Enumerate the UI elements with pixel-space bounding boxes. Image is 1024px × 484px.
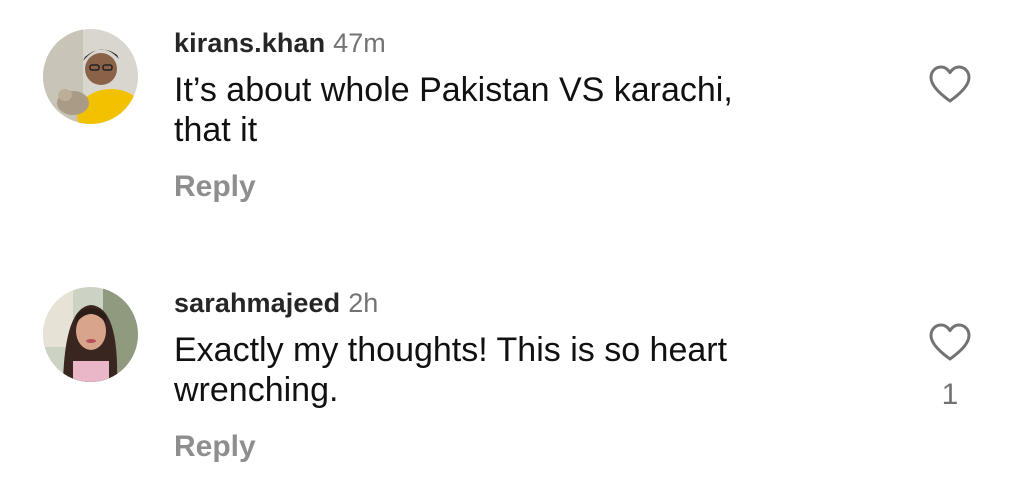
comment-meta: kirans.khan 47m [174, 26, 894, 60]
comment-item: kirans.khan 47m It’s about whole Pakistan… [0, 0, 1024, 242]
heart-outline-icon[interactable] [928, 64, 972, 104]
like-column: 1 [920, 322, 980, 412]
reply-button[interactable]: Reply [174, 430, 256, 464]
avatar-photo [43, 29, 138, 124]
timestamp: 47m [333, 28, 386, 58]
comment-text: It’s about whole Pakistan VS karachi, th… [174, 71, 733, 149]
reply-button[interactable]: Reply [174, 170, 256, 204]
avatar[interactable] [43, 29, 138, 124]
comment-text: Exactly my thoughts! This is so heart wr… [174, 331, 728, 409]
like-column [920, 64, 980, 120]
avatar[interactable] [43, 287, 138, 382]
username[interactable]: sarahmajeed [174, 288, 340, 318]
timestamp: 2h [348, 288, 379, 318]
username[interactable]: kirans.khan [174, 28, 325, 58]
heart-outline-icon[interactable] [928, 322, 972, 362]
comment-item: sarahmajeed 2h Exactly my thoughts! This … [0, 258, 1024, 484]
comment-body: sarahmajeed 2h Exactly my thoughts! This … [174, 286, 894, 464]
like-count: 1 [941, 378, 959, 411]
comment-meta: sarahmajeed 2h [174, 286, 894, 320]
comment-body: kirans.khan 47m It’s about whole Pakistan… [174, 26, 894, 204]
avatar-photo [43, 287, 138, 382]
